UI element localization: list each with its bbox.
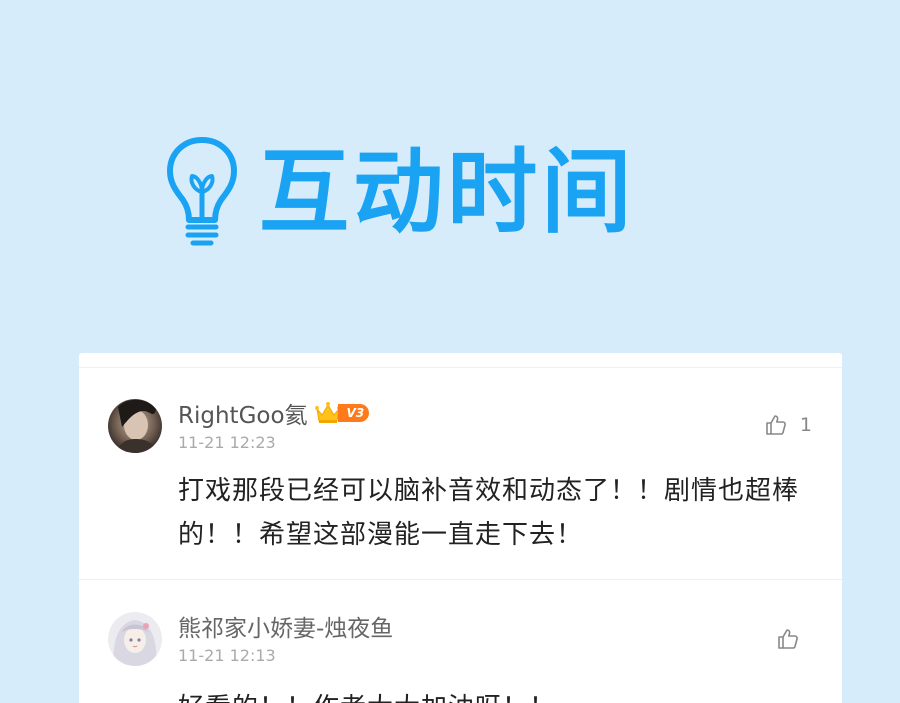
comment-username[interactable]: 熊祁家小娇妻-烛夜鱼 (178, 609, 393, 643)
username-text: RightGoo氦 (178, 403, 308, 429)
avatar[interactable] (108, 612, 162, 666)
avatar[interactable] (108, 399, 162, 453)
comment-item: RightGoo氦 V3 11-21 12:23 1 打戏那段已经可以脑补音效和… (79, 381, 842, 579)
thumbs-up-icon (778, 629, 798, 649)
lightbulb-icon (167, 137, 237, 246)
comment-time: 11-21 12:13 (178, 646, 276, 665)
vip-level-badge: V3 (337, 404, 370, 422)
page-title: 互动时间 (259, 139, 636, 246)
panel-top-divider (79, 367, 842, 368)
like-button[interactable] (776, 627, 800, 651)
comment-text: 打戏那段已经可以脑补音效和动态了！！剧情也超棒的！！希望这部漫能一直走下去！ (178, 476, 800, 550)
like-button[interactable]: 1 (764, 413, 812, 437)
comment-list: RightGoo氦 V3 11-21 12:23 1 打戏那段已经可以脑补音效和… (79, 353, 842, 703)
like-count: 1 (799, 414, 812, 436)
comment-item: 熊祁家小娇妻-烛夜鱼 11-21 12:13 好看的！！作者大大加油呀！！ (79, 594, 842, 703)
interaction-time-header: 互动时间 (165, 133, 643, 253)
comment-username[interactable]: RightGoo氦 V3 (178, 396, 370, 430)
comment-divider (79, 579, 842, 580)
comment-time: 11-21 12:23 (178, 433, 276, 452)
username-text: 熊祁家小娇妻-烛夜鱼 (178, 616, 394, 642)
comment-text: 好看的！！作者大大加油呀！！ (178, 686, 808, 703)
thumbs-up-icon (766, 415, 786, 435)
